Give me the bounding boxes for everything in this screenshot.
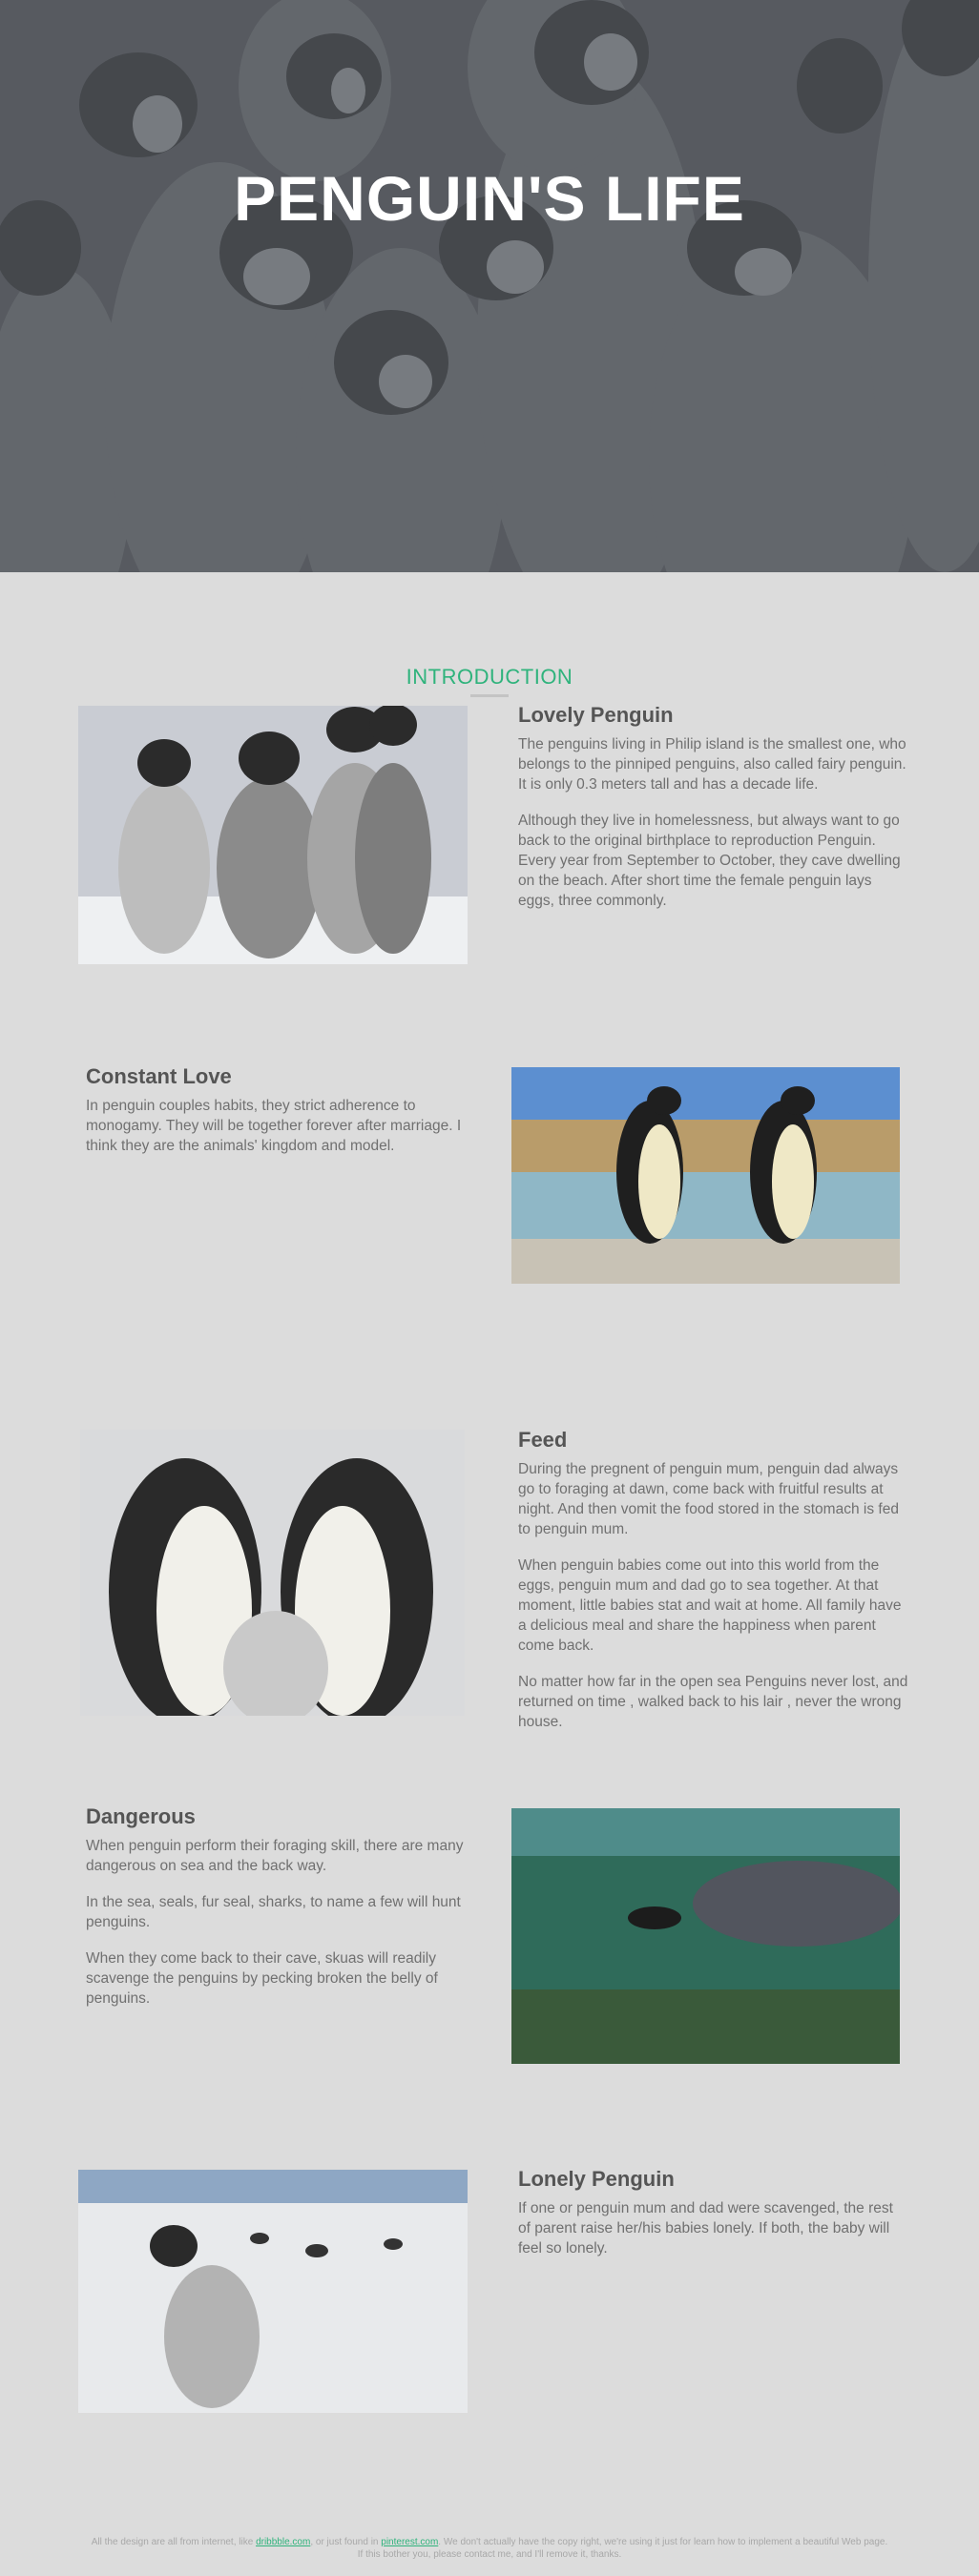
section-title: Lovely Penguin [518, 703, 674, 727]
section-title: Dangerous [86, 1804, 196, 1828]
pinterest-link[interactable]: pinterest.com [381, 2537, 438, 2547]
dribbble-link[interactable]: dribbble.com [256, 2537, 310, 2547]
section-paragraph: In penguin couples habits, they strict a… [86, 1098, 462, 1154]
hero-penguins-image [0, 0, 979, 572]
section-paragraph: In the sea, seals, fur seal, sharks, to … [86, 1894, 461, 1930]
section-feed: Feed During the pregnent of penguin mum,… [518, 1427, 909, 1748]
intro-heading: INTRODUCTION [406, 665, 573, 689]
intro-divider [470, 694, 509, 697]
footer-text: . We don't actually have the copy right,… [438, 2537, 888, 2547]
section-constant-love: Constant Love In penguin couples habits,… [86, 1063, 477, 1172]
section-paragraph: When penguin babies come out into this w… [518, 1557, 902, 1654]
section-paragraph: When they come back to their cave, skuas… [86, 1950, 438, 2007]
section-title: Feed [518, 1428, 568, 1452]
section-lonely-penguin: Lonely Penguin If one or penguin mum and… [518, 2166, 909, 2275]
section-paragraph: The penguins living in Philip island is … [518, 736, 906, 793]
footer: All the design are all from internet, li… [0, 2536, 979, 2561]
hero-banner: PENGUIN'S LIFE [0, 0, 979, 572]
section-paragraph: When penguin perform their foraging skil… [86, 1838, 464, 1874]
section-image-lonely-penguin [78, 2170, 468, 2413]
section-title: Constant Love [86, 1064, 232, 1088]
section-lovely-penguin: Lovely Penguin The penguins living in Ph… [518, 702, 909, 927]
section-image-lovely-penguin [78, 706, 468, 964]
footer-text: All the design are all from internet, li… [91, 2537, 257, 2547]
section-paragraph: During the pregnent of penguin mum, peng… [518, 1461, 899, 1537]
footer-line-2: If this bother you, please contact me, a… [357, 2549, 622, 2560]
section-image-constant-love [511, 1067, 900, 1284]
section-dangerous: Dangerous When penguin perform their for… [86, 1803, 477, 2025]
section-paragraph: Although they live in homelessness, but … [518, 813, 901, 909]
footer-text: , or just found in [310, 2537, 382, 2547]
section-image-feed [80, 1430, 465, 1716]
hero-title: PENGUIN'S LIFE [234, 163, 745, 234]
section-title: Lonely Penguin [518, 2167, 675, 2191]
section-image-dangerous [511, 1808, 900, 2064]
section-paragraph: If one or penguin mum and dad were scave… [518, 2200, 893, 2257]
section-paragraph: No matter how far in the open sea Pengui… [518, 1674, 908, 1730]
footer-line-1: All the design are all from internet, li… [0, 2536, 979, 2548]
